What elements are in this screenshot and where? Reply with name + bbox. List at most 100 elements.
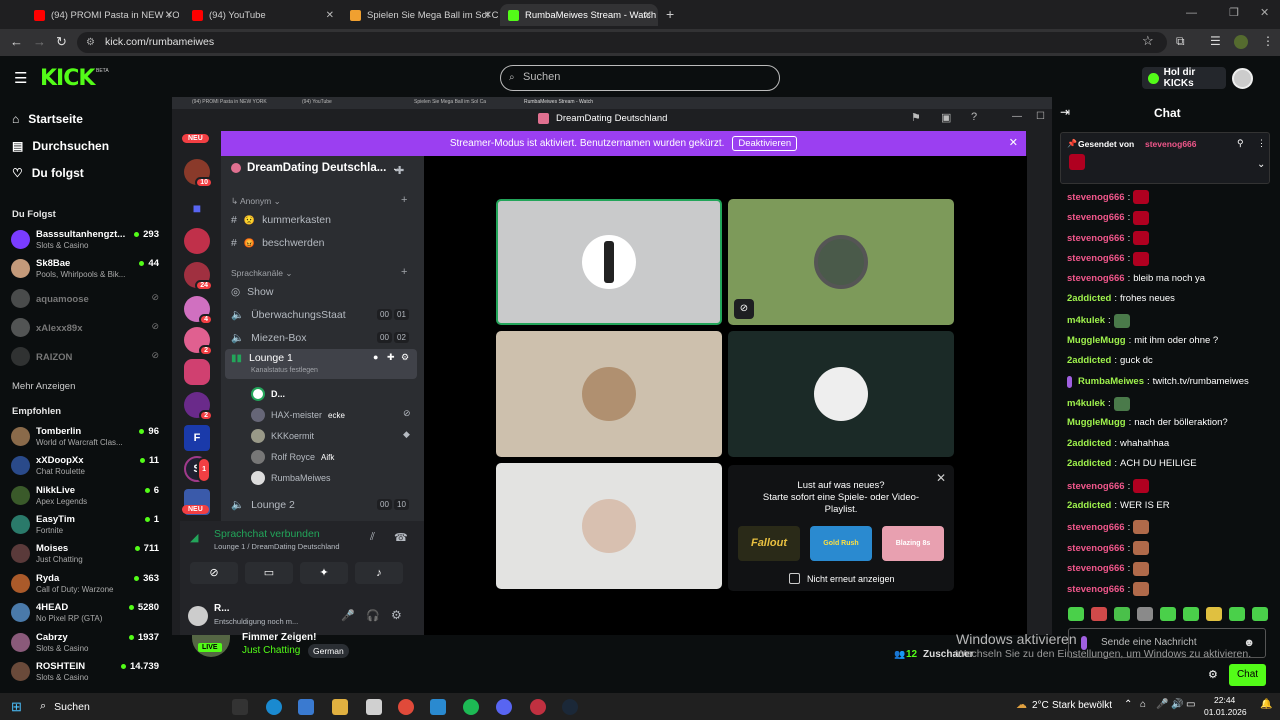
- channel-item-offline[interactable]: xAlexx89x ⊘: [11, 315, 163, 341]
- browser-tab-active[interactable]: RumbaMeiwes Stream - Watch ✕: [500, 4, 658, 26]
- chat-username[interactable]: 2addicted: [1067, 500, 1111, 511]
- chat-settings-icon[interactable]: ⚙: [1208, 668, 1218, 681]
- chat-message[interactable]: stevenog666:: [1067, 479, 1150, 494]
- emoji-icon[interactable]: ☻: [1243, 629, 1255, 657]
- add-channel-icon[interactable]: +: [401, 266, 407, 278]
- minimize-icon[interactable]: —: [1012, 111, 1022, 122]
- channel-item-offline[interactable]: RAIZON ⊘: [11, 344, 163, 370]
- video-tile[interactable]: [496, 331, 722, 457]
- microphone-icon[interactable]: 🎤: [1156, 699, 1168, 710]
- chat-username[interactable]: stevenog666: [1067, 212, 1125, 223]
- app-icon[interactable]: [530, 699, 546, 715]
- address-bar[interactable]: ⚙ kick.com/rumbameiwes: [77, 32, 1167, 53]
- chat-message[interactable]: stevenog666:: [1067, 541, 1150, 556]
- chat-icon[interactable]: ●: [373, 352, 378, 362]
- reading-list-icon[interactable]: ☰: [1210, 34, 1221, 48]
- chat-message[interactable]: stevenog666:: [1067, 251, 1150, 266]
- maximize-icon[interactable]: ☐: [1036, 111, 1045, 122]
- inbox-icon[interactable]: ▣: [941, 111, 951, 124]
- close-icon[interactable]: ✕: [165, 10, 173, 21]
- chat-message[interactable]: 2addicted: frohes neues: [1067, 293, 1175, 304]
- channel-item[interactable]: Basssultanhengzt... Slots & Casino 293: [11, 227, 163, 253]
- checkbox[interactable]: [789, 573, 800, 584]
- chat-message[interactable]: MuggleMugg: nach der bölleraktion?: [1067, 417, 1228, 428]
- steam-icon[interactable]: [562, 699, 578, 715]
- task-view-icon[interactable]: [232, 699, 248, 715]
- gear-icon[interactable]: ⚙: [401, 352, 409, 363]
- category-anonym[interactable]: ↳ Anonym ⌄: [231, 196, 281, 207]
- chat-username[interactable]: m4kulek: [1067, 398, 1105, 409]
- chat-username[interactable]: stevenog666: [1067, 253, 1125, 264]
- chat-username[interactable]: stevenog666: [1067, 563, 1125, 574]
- profile-avatar[interactable]: [1234, 35, 1248, 49]
- edge-icon[interactable]: [266, 699, 282, 715]
- chat-message[interactable]: m4kulek:: [1067, 313, 1130, 328]
- microphone-icon[interactable]: 🎤: [341, 609, 355, 622]
- headphones-icon[interactable]: 🎧: [366, 609, 380, 622]
- browser-tab[interactable]: (94) PROMI Pasta in NEW YORK ✕: [26, 4, 179, 26]
- nav-startseite[interactable]: ⌂ Startseite: [12, 112, 83, 126]
- folder-icon[interactable]: ■: [184, 195, 210, 221]
- voice-channel-active[interactable]: ▮▮ Lounge 1 Kanalstatus festlegen ● ✚ ⚙: [225, 349, 417, 379]
- channel-item[interactable]: xXDoopXx Chat Roulette 11: [11, 453, 163, 479]
- store-icon[interactable]: [366, 699, 382, 715]
- chat-message[interactable]: stevenog666:: [1067, 210, 1150, 225]
- chat-username[interactable]: stevenog666: [1067, 273, 1125, 284]
- language-tag[interactable]: German: [308, 644, 349, 658]
- chat-message[interactable]: stevenog666:: [1067, 231, 1150, 246]
- emote-button[interactable]: [1252, 607, 1268, 621]
- camera-off-button[interactable]: ⊘: [190, 562, 238, 584]
- chrome-icon[interactable]: [398, 699, 414, 715]
- server-icon[interactable]: 2: [184, 327, 213, 356]
- emote-button[interactable]: [1137, 607, 1153, 621]
- weather-text[interactable]: Stark bewölkt: [1052, 700, 1112, 711]
- chat-username[interactable]: stevenog666: [1067, 543, 1125, 554]
- noise-suppression-icon[interactable]: ⫽: [370, 531, 375, 544]
- server-icon[interactable]: S1: [184, 456, 211, 483]
- chevron-down-icon[interactable]: ⌄: [1257, 159, 1265, 170]
- app-icon[interactable]: [430, 699, 446, 715]
- activities-button[interactable]: ✦: [300, 562, 348, 584]
- voice-user[interactable]: HAX-meister ecke: [251, 408, 345, 422]
- voice-category[interactable]: Sprachkanäle ⌄: [231, 268, 292, 279]
- chat-message[interactable]: RumbaMeiwes: twitch.tv/rumbameiwes: [1067, 375, 1249, 388]
- hamburger-icon[interactable]: ☰: [14, 69, 27, 87]
- voice-channel-path[interactable]: Lounge 1 / DreamDating Deutschland: [214, 542, 340, 551]
- close-icon[interactable]: ✕: [1009, 136, 1018, 149]
- emote-button[interactable]: [1229, 607, 1245, 621]
- chat-input[interactable]: Sende eine Nachricht ☻: [1068, 628, 1266, 658]
- extensions-icon[interactable]: ⧉: [1176, 34, 1185, 49]
- disconnect-icon[interactable]: ☎: [394, 531, 408, 544]
- discord-icon[interactable]: [496, 699, 512, 715]
- video-tile[interactable]: ⊘: [728, 199, 954, 325]
- restore-icon[interactable]: ❐: [1229, 6, 1239, 19]
- chat-username[interactable]: stevenog666: [1067, 522, 1125, 533]
- gear-icon[interactable]: ⚙: [391, 608, 402, 622]
- close-window-icon[interactable]: ✕: [1260, 6, 1269, 19]
- emote-button[interactable]: [1091, 607, 1107, 621]
- channel-item[interactable]: NikkLive Apex Legends 6: [11, 483, 163, 509]
- chat-message[interactable]: m4kulek:: [1067, 396, 1130, 411]
- bookmark-star-icon[interactable]: ☆: [1142, 33, 1154, 49]
- send-chat-button[interactable]: Chat: [1229, 664, 1266, 686]
- voice-channel[interactable]: 🔈 Lounge 2: [231, 498, 295, 512]
- flag-icon[interactable]: ⚑: [911, 111, 921, 124]
- voice-user[interactable]: Rolf Royce Aifk: [251, 450, 334, 464]
- spotify-icon[interactable]: [463, 699, 479, 715]
- chat-username[interactable]: 2addicted: [1067, 438, 1111, 449]
- voice-channel[interactable]: 🔈 Miezen-Box: [231, 331, 307, 345]
- chat-message[interactable]: 2addicted: WER IS ER: [1067, 500, 1170, 511]
- stream-category-link[interactable]: Just Chatting: [242, 645, 300, 656]
- server-icon[interactable]: 2: [184, 392, 213, 421]
- server-name-header[interactable]: DreamDating Deutschla... ⌄: [231, 162, 400, 174]
- chat-username[interactable]: 2addicted: [1067, 293, 1111, 304]
- chat-username[interactable]: m4kulek: [1067, 315, 1105, 326]
- chat-username[interactable]: stevenog666: [1067, 192, 1125, 203]
- nav-du-folgst[interactable]: ♡ Du folgst: [12, 166, 84, 180]
- forward-icon[interactable]: →: [33, 34, 46, 49]
- voice-user[interactable]: D...: [251, 387, 285, 401]
- chat-message[interactable]: MuggleMugg: mit ihm oder ohne ?: [1067, 335, 1218, 346]
- chat-message[interactable]: 2addicted: guck dc: [1067, 355, 1153, 366]
- app-icon[interactable]: [298, 699, 314, 715]
- chat-username[interactable]: stevenog666: [1067, 233, 1125, 244]
